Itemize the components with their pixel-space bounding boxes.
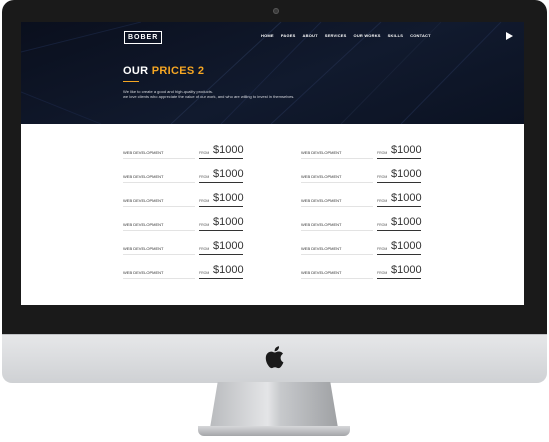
- price-underline: [377, 182, 421, 183]
- row-divider: [301, 254, 373, 255]
- row-divider: [301, 182, 373, 183]
- page-title: OUR PRICES 2: [123, 65, 204, 77]
- row-divider: [301, 278, 373, 279]
- from-label: FROM: [377, 271, 388, 275]
- row-divider: [123, 230, 195, 231]
- service-name: WEB DEVELOPMENT: [123, 270, 164, 275]
- price-underline: [199, 278, 243, 279]
- hero-description-line-2: we love clients who appreciate the value…: [123, 94, 295, 99]
- website-screen: BOBER HOME PAGES ABOUT SERVICES OUR WORK…: [21, 22, 524, 305]
- price-underline: [199, 230, 243, 231]
- price-value: $1000: [213, 240, 244, 252]
- apple-logo-icon: [265, 346, 284, 369]
- price-underline: [199, 254, 243, 255]
- price-underline: [199, 158, 243, 159]
- service-name: WEB DEVELOPMENT: [301, 174, 342, 179]
- service-name: WEB DEVELOPMENT: [301, 198, 342, 203]
- nav-about[interactable]: ABOUT: [303, 33, 318, 38]
- hero-section: BOBER HOME PAGES ABOUT SERVICES OUR WORK…: [21, 22, 524, 124]
- from-label: FROM: [199, 199, 210, 203]
- from-label: FROM: [199, 223, 210, 227]
- price-value: $1000: [213, 144, 244, 156]
- price-underline: [377, 230, 421, 231]
- row-divider: [123, 182, 195, 183]
- row-divider: [301, 230, 373, 231]
- camera-icon: [273, 8, 279, 14]
- from-label: FROM: [377, 247, 388, 251]
- main-nav: HOME PAGES ABOUT SERVICES OUR WORKS SKIL…: [261, 33, 431, 38]
- price-value: $1000: [213, 168, 244, 180]
- page-title-white: OUR: [123, 65, 149, 77]
- from-label: FROM: [199, 271, 210, 275]
- price-value: $1000: [391, 264, 422, 276]
- price-value: $1000: [391, 144, 422, 156]
- nav-skills[interactable]: SKILLS: [388, 33, 403, 38]
- price-underline: [377, 278, 421, 279]
- price-value: $1000: [391, 240, 422, 252]
- price-row: WEB DEVELOPMENT FROM $1000: [301, 262, 422, 286]
- price-value: $1000: [391, 168, 422, 180]
- price-underline: [199, 206, 243, 207]
- price-value: $1000: [213, 216, 244, 228]
- nav-our-works[interactable]: OUR WORKS: [354, 33, 381, 38]
- price-row: WEB DEVELOPMENT FROM $1000: [301, 166, 422, 190]
- price-row: WEB DEVELOPMENT FROM $1000: [301, 214, 422, 238]
- row-divider: [301, 158, 373, 159]
- price-underline: [377, 158, 421, 159]
- from-label: FROM: [377, 151, 388, 155]
- price-value: $1000: [213, 192, 244, 204]
- service-name: WEB DEVELOPMENT: [123, 150, 164, 155]
- row-divider: [123, 278, 195, 279]
- from-label: FROM: [199, 175, 210, 179]
- imac-mockup: BOBER HOME PAGES ABOUT SERVICES OUR WORK…: [0, 0, 549, 442]
- row-divider: [123, 206, 195, 207]
- row-divider: [123, 254, 195, 255]
- service-name: WEB DEVELOPMENT: [301, 222, 342, 227]
- price-row: WEB DEVELOPMENT FROM $1000: [123, 142, 244, 166]
- page-title-accent: PRICES 2: [151, 65, 205, 77]
- price-value: $1000: [391, 192, 422, 204]
- service-name: WEB DEVELOPMENT: [123, 222, 164, 227]
- price-underline: [199, 182, 243, 183]
- row-divider: [123, 158, 195, 159]
- nav-pages[interactable]: PAGES: [281, 33, 296, 38]
- from-label: FROM: [199, 151, 210, 155]
- price-underline: [377, 206, 421, 207]
- price-row: WEB DEVELOPMENT FROM $1000: [123, 166, 244, 190]
- service-name: WEB DEVELOPMENT: [301, 270, 342, 275]
- nav-services[interactable]: SERVICES: [325, 33, 347, 38]
- nav-contact[interactable]: CONTACT: [410, 33, 431, 38]
- site-logo[interactable]: BOBER: [124, 31, 163, 44]
- service-name: WEB DEVELOPMENT: [123, 246, 164, 251]
- service-name: WEB DEVELOPMENT: [123, 198, 164, 203]
- service-name: WEB DEVELOPMENT: [123, 174, 164, 179]
- service-name: WEB DEVELOPMENT: [301, 246, 342, 251]
- title-underline: [123, 81, 139, 82]
- price-row: WEB DEVELOPMENT FROM $1000: [123, 214, 244, 238]
- price-row: WEB DEVELOPMENT FROM $1000: [123, 190, 244, 214]
- from-label: FROM: [377, 199, 388, 203]
- price-value: $1000: [391, 216, 422, 228]
- play-icon[interactable]: [506, 32, 513, 40]
- price-row: WEB DEVELOPMENT FROM $1000: [301, 238, 422, 262]
- monitor-stand-neck: [210, 382, 338, 428]
- price-value: $1000: [213, 264, 244, 276]
- from-label: FROM: [377, 175, 388, 179]
- row-divider: [301, 206, 373, 207]
- price-row: WEB DEVELOPMENT FROM $1000: [123, 262, 244, 286]
- hero-description: We like to create a good and high-qualit…: [123, 89, 294, 99]
- from-label: FROM: [377, 223, 388, 227]
- price-row: WEB DEVELOPMENT FROM $1000: [123, 238, 244, 262]
- monitor-stand-foot: [198, 426, 350, 436]
- price-row: WEB DEVELOPMENT FROM $1000: [301, 142, 422, 166]
- price-underline: [377, 254, 421, 255]
- service-name: WEB DEVELOPMENT: [301, 150, 342, 155]
- from-label: FROM: [199, 247, 210, 251]
- price-row: WEB DEVELOPMENT FROM $1000: [301, 190, 422, 214]
- nav-home[interactable]: HOME: [261, 33, 274, 38]
